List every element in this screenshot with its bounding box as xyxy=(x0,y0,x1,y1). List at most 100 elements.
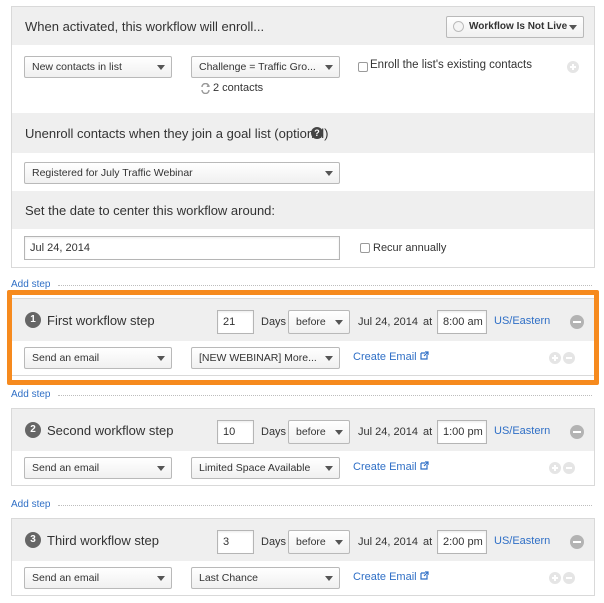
center-date-input[interactable]: Jul 24, 2014 xyxy=(24,236,340,260)
add-step-link[interactable]: Add step xyxy=(11,499,50,510)
action-select[interactable]: Send an email xyxy=(24,457,172,479)
external-link-icon xyxy=(420,571,429,580)
create-email-link[interactable]: Create Email xyxy=(353,461,429,473)
chevron-down-icon xyxy=(157,65,165,70)
action-value: Send an email xyxy=(32,462,100,474)
chevron-down-icon xyxy=(325,65,333,70)
time-input[interactable]: 2:00 pm xyxy=(437,530,487,554)
days-input[interactable]: 21 xyxy=(217,310,254,334)
list-select[interactable]: Challenge = Traffic Gro... xyxy=(191,56,340,78)
step-date: Jul 24, 2014 xyxy=(358,536,418,548)
email-value: Limited Space Available xyxy=(199,462,311,474)
enroll-existing-label: Enroll the list's existing contacts xyxy=(370,59,532,71)
remove-step-icon[interactable] xyxy=(570,535,584,549)
goal-list-select[interactable]: Registered for July Traffic Webinar xyxy=(24,162,340,184)
relation-select[interactable]: before xyxy=(288,310,350,334)
chevron-down-icon xyxy=(157,576,165,581)
workflow-step-3: 3 Third workflow step 3 Days before Jul … xyxy=(11,518,595,596)
add-icon[interactable] xyxy=(549,572,561,584)
timezone-link[interactable]: US/Eastern xyxy=(494,315,550,327)
create-email-label: Create Email xyxy=(353,571,417,583)
recur-annually-checkbox[interactable] xyxy=(360,243,370,253)
chevron-down-icon xyxy=(325,171,333,176)
email-value: Last Chance xyxy=(199,572,258,584)
email-select[interactable]: Last Chance xyxy=(191,567,340,589)
workflow-step-2: 2 Second workflow step 10 Days before Ju… xyxy=(11,408,595,486)
relation-value: before xyxy=(296,426,326,438)
days-label: Days xyxy=(261,426,287,438)
chevron-down-icon xyxy=(157,466,165,471)
remove-step-icon[interactable] xyxy=(570,315,584,329)
relation-value: before xyxy=(296,316,326,328)
add-icon[interactable] xyxy=(549,352,561,364)
create-email-link[interactable]: Create Email xyxy=(353,351,429,363)
divider xyxy=(58,285,592,286)
step-title: First workflow step xyxy=(47,313,155,328)
email-select[interactable]: [NEW WEBINAR] More... xyxy=(191,347,340,369)
enrollment-panel: When activated, this workflow will enrol… xyxy=(11,6,595,268)
workflow-step-1: 1 First workflow step 21 Days before Jul… xyxy=(11,298,595,376)
chevron-down-icon xyxy=(325,576,333,581)
step-number-badge: 2 xyxy=(25,422,41,438)
external-link-icon xyxy=(420,461,429,470)
email-value: [NEW WEBINAR] More... xyxy=(199,352,317,364)
center-date-title: Set the date to center this workflow aro… xyxy=(25,203,276,218)
enroll-existing-checkbox[interactable] xyxy=(358,62,368,72)
create-email-label: Create Email xyxy=(353,461,417,473)
action-select[interactable]: Send an email xyxy=(24,347,172,369)
step-date: Jul 24, 2014 xyxy=(358,316,418,328)
list-type-select[interactable]: New contacts in list xyxy=(24,56,172,78)
remove-icon[interactable] xyxy=(563,462,575,474)
recur-annually-label: Recur annually xyxy=(373,242,447,254)
relation-value: before xyxy=(296,536,326,548)
timezone-link[interactable]: US/Eastern xyxy=(494,535,550,547)
add-step-link[interactable]: Add step xyxy=(11,389,50,400)
days-label: Days xyxy=(261,536,287,548)
action-select[interactable]: Send an email xyxy=(24,567,172,589)
relation-select[interactable]: before xyxy=(288,420,350,444)
add-step-link[interactable]: Add step xyxy=(11,279,50,290)
days-input[interactable]: 3 xyxy=(217,530,254,554)
chevron-down-icon xyxy=(157,356,165,361)
contacts-count: 2 contacts xyxy=(213,82,264,94)
days-label: Days xyxy=(261,316,287,328)
enroll-title: When activated, this workflow will enrol… xyxy=(25,19,265,34)
action-value: Send an email xyxy=(32,352,100,364)
step-number-badge: 3 xyxy=(25,532,41,548)
action-value: Send an email xyxy=(32,572,100,584)
create-email-link[interactable]: Create Email xyxy=(353,571,429,583)
days-input[interactable]: 10 xyxy=(217,420,254,444)
at-label: at xyxy=(423,316,433,328)
step-number-badge: 1 xyxy=(25,312,41,328)
chevron-down-icon xyxy=(335,540,343,545)
list-type-value: New contacts in list xyxy=(32,61,122,73)
workflow-status-button[interactable]: Workflow Is Not Live xyxy=(446,16,584,38)
divider xyxy=(58,395,592,396)
list-value: Challenge = Traffic Gro... xyxy=(199,61,316,73)
external-link-icon xyxy=(420,351,429,360)
add-icon[interactable] xyxy=(549,462,561,474)
chevron-down-icon xyxy=(335,320,343,325)
time-input[interactable]: 8:00 am xyxy=(437,310,487,334)
remove-icon[interactable] xyxy=(563,572,575,584)
step-title: Third workflow step xyxy=(47,533,159,548)
unenroll-title: Unenroll contacts when they join a goal … xyxy=(25,126,329,141)
at-label: at xyxy=(423,426,433,438)
help-icon[interactable]: ? xyxy=(311,127,323,139)
divider xyxy=(58,505,592,506)
add-icon[interactable] xyxy=(567,61,579,73)
create-email-label: Create Email xyxy=(353,351,417,363)
email-select[interactable]: Limited Space Available xyxy=(191,457,340,479)
chevron-down-icon xyxy=(569,25,577,30)
step-title: Second workflow step xyxy=(47,423,174,438)
chevron-down-icon xyxy=(335,430,343,435)
chevron-down-icon xyxy=(325,466,333,471)
relation-select[interactable]: before xyxy=(288,530,350,554)
at-label: at xyxy=(423,536,433,548)
timezone-link[interactable]: US/Eastern xyxy=(494,425,550,437)
step-date: Jul 24, 2014 xyxy=(358,426,418,438)
time-input[interactable]: 1:00 pm xyxy=(437,420,487,444)
remove-step-icon[interactable] xyxy=(570,425,584,439)
remove-icon[interactable] xyxy=(563,352,575,364)
status-button-label: Workflow Is Not Live xyxy=(469,21,568,32)
